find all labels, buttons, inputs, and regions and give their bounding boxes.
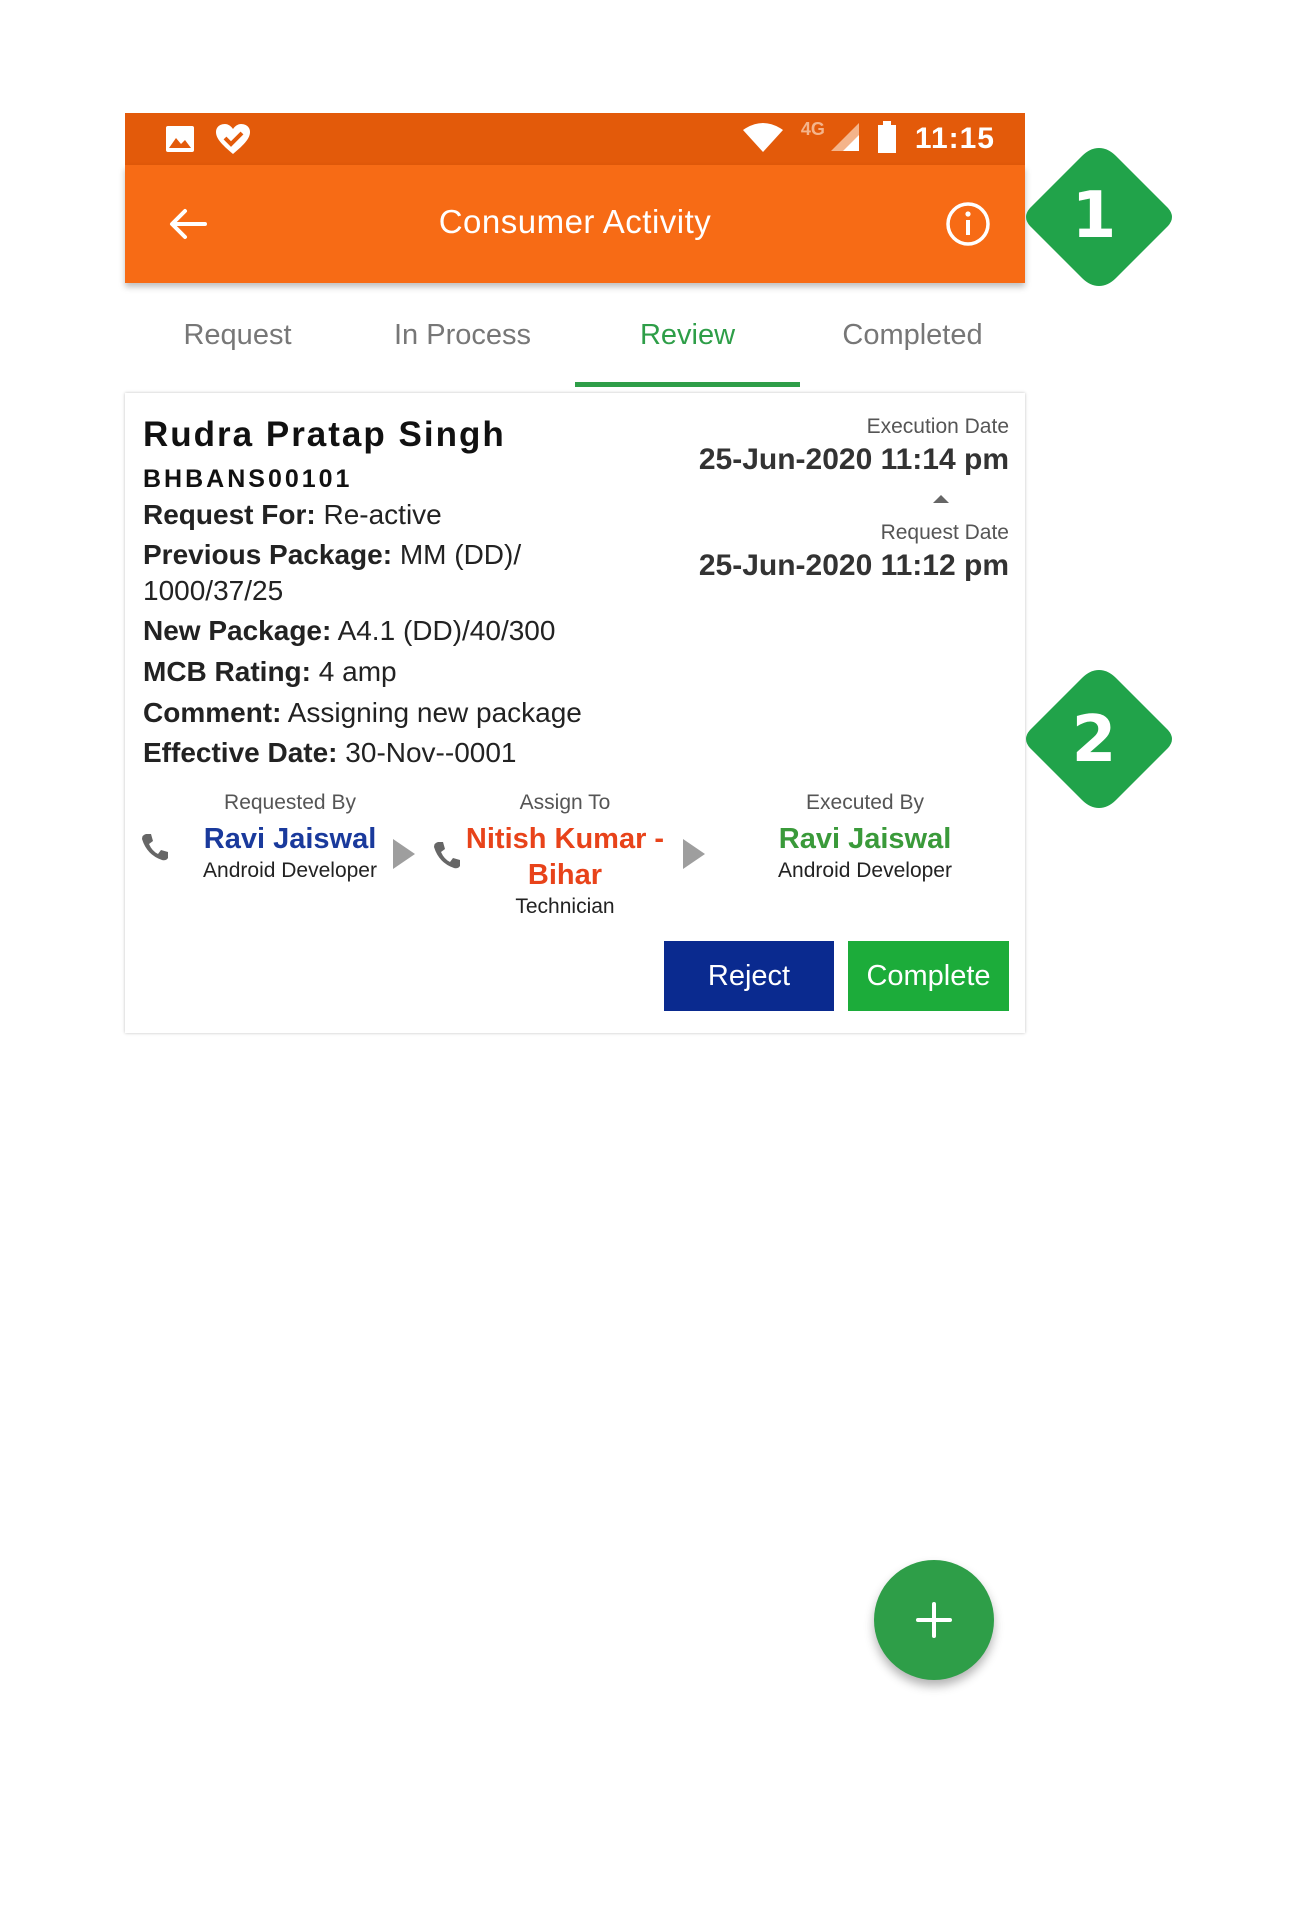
badge-2-label: 2 <box>1072 703 1117 777</box>
battery-icon <box>877 120 897 158</box>
assign-to-name-2: Bihar <box>527 859 603 891</box>
mcb-rating-row: MCB Rating: 4 amp <box>143 654 397 690</box>
request-for-row: Request For: Re-active <box>143 497 442 533</box>
requested-by-role: Android Developer <box>203 859 377 882</box>
callout-badge-1: 1 <box>1016 142 1182 308</box>
effective-date-value: 30-Nov--0001 <box>345 737 517 768</box>
signal-icon <box>830 122 859 156</box>
comment-label: Comment: <box>143 697 282 728</box>
assign-to-name[interactable]: Nitish Kumar - Bihar <box>455 821 675 893</box>
executed-by-role: Android Developer <box>778 859 952 882</box>
tab-review[interactable]: Review <box>575 283 800 387</box>
assign-to-label: Assign To <box>519 791 611 814</box>
effective-date-row: Effective Date: 30-Nov--0001 <box>143 735 517 771</box>
executed-by-label: Executed By <box>806 791 924 814</box>
wifi-icon <box>742 122 783 157</box>
executed-by: Executed By Ravi Jaiswal Android Develop… <box>745 791 985 883</box>
complete-button[interactable]: Complete <box>848 941 1009 1011</box>
executed-by-name[interactable]: Ravi Jaiswal <box>745 821 985 857</box>
flow-arrow-icon <box>393 839 415 869</box>
caret-up-icon <box>933 495 949 503</box>
consumer-name: Rudra Pratap Singh <box>143 415 506 454</box>
comment-row: Comment: Assigning new package <box>143 695 582 731</box>
plus-icon <box>916 1602 952 1638</box>
tab-bar: Request In Process Review Completed <box>125 283 1025 387</box>
previous-package-value: MM (DD)/ <box>399 539 522 570</box>
new-package-row: New Package: A4.1 (DD)/40/300 <box>143 613 555 649</box>
assign-to: Assign To Nitish Kumar - Bihar Technicia… <box>455 791 675 919</box>
network-type: 4G <box>800 118 825 139</box>
comment-value: Assigning new package <box>287 697 582 728</box>
tab-in-process[interactable]: In Process <box>350 283 575 387</box>
execution-date-label: Execution Date <box>866 415 1009 438</box>
new-package-label: New Package: <box>143 615 332 646</box>
page-title: Consumer Activity <box>438 203 712 240</box>
callout-badge-2: 2 <box>1016 664 1182 830</box>
badge-1-label: 1 <box>1072 179 1117 253</box>
flow-arrow-icon <box>683 839 705 869</box>
clock: 11:15 <box>914 122 995 155</box>
tab-request[interactable]: Request <box>125 283 350 387</box>
request-date-value: 25-Jun-2020 11:12 pm <box>698 549 1009 582</box>
previous-package-row-2: 1000/37/25 <box>143 573 283 609</box>
previous-package-label: Previous Package: <box>143 539 393 570</box>
status-bar: 4G 11:15 <box>125 113 1025 165</box>
add-button[interactable] <box>874 1560 994 1680</box>
consumer-code: BHBANS00101 <box>143 465 353 493</box>
execution-date-value: 25-Jun-2020 11:14 pm <box>698 443 1009 476</box>
dates-block: Execution Date 25-Jun-2020 11:14 pm Requ… <box>699 415 1009 583</box>
assign-to-name-1: Nitish Kumar - <box>465 823 665 855</box>
tab-completed[interactable]: Completed <box>800 283 1025 387</box>
request-for-value: Re-active <box>323 499 442 530</box>
assign-to-role: Technician <box>515 895 615 918</box>
info-icon[interactable] <box>943 199 993 249</box>
mcb-rating-value: 4 amp <box>318 656 397 687</box>
image-icon <box>165 125 195 158</box>
heart-check-icon <box>215 123 251 160</box>
activity-card: Rudra Pratap Singh BHBANS00101 Request F… <box>125 393 1025 1033</box>
app-bar: Consumer Activity <box>125 165 1025 283</box>
requested-by-name[interactable]: Ravi Jaiswal <box>175 821 405 857</box>
requested-by-label: Requested By <box>224 791 356 814</box>
effective-date-label: Effective Date: <box>143 737 338 768</box>
phone-icon[interactable] <box>139 831 171 863</box>
requested-by: Requested By Ravi Jaiswal Android Develo… <box>175 791 405 883</box>
workflow-people: Requested By Ravi Jaiswal Android Develo… <box>125 791 1025 931</box>
previous-package-value-2: 1000/37/25 <box>143 575 284 606</box>
previous-package-row: Previous Package: MM (DD)/ <box>143 537 521 573</box>
mcb-rating-label: MCB Rating: <box>143 656 311 687</box>
reject-button[interactable]: Reject <box>664 941 834 1011</box>
request-for-label: Request For: <box>143 499 316 530</box>
new-package-value: A4.1 (DD)/40/300 <box>337 615 556 646</box>
request-date-label: Request Date <box>880 521 1009 544</box>
